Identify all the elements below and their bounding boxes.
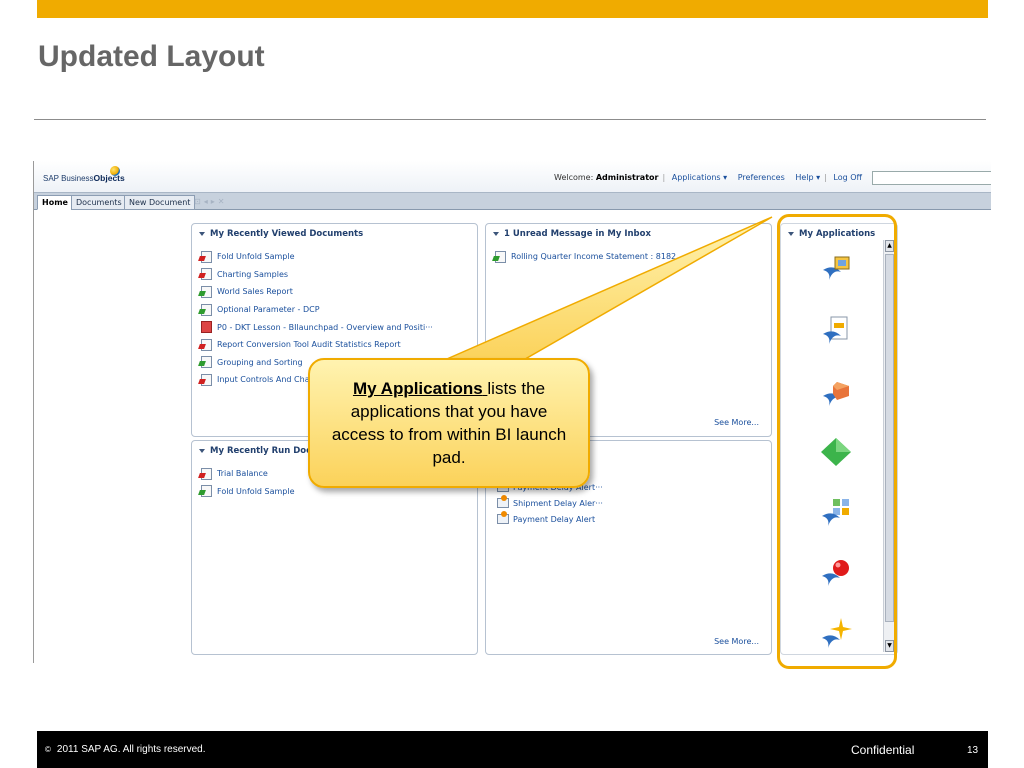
title-divider [34, 119, 986, 120]
list-item[interactable]: Fold Unfold Sample [201, 248, 433, 266]
sap-logo: SAP BusinessObjects [43, 173, 125, 183]
list-item[interactable]: Charting Samples [201, 266, 433, 284]
page-number: 13 [967, 745, 979, 756]
help-menu[interactable]: Help ▾ [795, 173, 820, 182]
list-item[interactable]: Shipment Delay Aler··· [497, 495, 603, 511]
green-report-icon [201, 285, 212, 298]
accent-bar [37, 0, 988, 18]
green-report-icon [201, 303, 212, 316]
search-input[interactable] [872, 171, 991, 185]
green-report-icon [201, 485, 212, 498]
list-item[interactable]: P0 - DKT Lesson - BIlaunchpad - Overview… [201, 318, 433, 336]
list-item[interactable]: Optional Parameter - DCP [201, 301, 433, 319]
panel-title: My Recently Viewed Documents [199, 229, 363, 239]
copyright: © 2011 SAP AG. All rights reserved. [45, 744, 206, 755]
list-item[interactable]: Report Conversion Tool Audit Statistics … [201, 336, 433, 354]
see-more-link[interactable]: See More... [714, 418, 759, 427]
red-report-icon [201, 250, 212, 263]
see-more-link[interactable]: See More... [714, 637, 759, 646]
red-report-icon [201, 467, 212, 480]
tab-new-document[interactable]: New Document [124, 195, 196, 210]
slide-title: Updated Layout [38, 40, 265, 73]
inbox-list: Rolling Quarter Income Statement : 8182 [495, 248, 676, 266]
list-item[interactable]: Trial Balance [201, 465, 295, 483]
tab-documents[interactable]: Documents [71, 195, 127, 210]
collapse-icon[interactable] [199, 231, 205, 236]
red-report-icon [201, 373, 212, 386]
tab-strip: Home Documents New Document ⊡◂▸✕ [34, 192, 991, 210]
applications-menu[interactable]: Applications ▾ [672, 173, 727, 182]
list-item[interactable]: Fold Unfold Sample [201, 483, 295, 501]
list-item[interactable]: World Sales Report [201, 283, 433, 301]
preferences-link[interactable]: Preferences [738, 173, 785, 182]
recently-run-list: Trial Balance Fold Unfold Sample [201, 465, 295, 500]
callout-text: My Applications lists the applications t… [328, 377, 570, 469]
pdf-icon [201, 321, 212, 334]
slide-footer: © 2011 SAP AG. All rights reserved. Confi… [37, 731, 988, 768]
tab-controls-icon: ⊡◂▸✕ [194, 197, 228, 206]
panel-title: 1 Unread Message in My Inbox [493, 229, 651, 239]
red-report-icon [201, 338, 212, 351]
tab-home[interactable]: Home [37, 195, 73, 210]
green-report-icon [201, 356, 212, 369]
red-report-icon [201, 268, 212, 281]
alert-icon [497, 511, 509, 524]
green-report-icon [495, 250, 506, 263]
list-item[interactable]: Rolling Quarter Income Statement : 8182 [495, 248, 676, 266]
list-item[interactable]: Payment Delay Alert [497, 511, 603, 527]
copyright-symbol: © [45, 745, 51, 754]
collapse-icon[interactable] [199, 448, 205, 453]
callout-emphasis: My Applications [352, 379, 483, 398]
collapse-icon[interactable] [493, 231, 499, 236]
user-name: Administrator [595, 173, 659, 182]
header-links: Welcome: Administrator | Applications ▾ P… [554, 173, 863, 182]
app-header: SAP BusinessObjects Welcome: Administrat… [34, 161, 991, 192]
confidential-label: Confidential [851, 743, 915, 757]
log-off-link[interactable]: Log Off [833, 173, 862, 182]
callout-box: My Applications lists the applications t… [308, 358, 590, 488]
alert-icon [497, 495, 509, 508]
welcome-label: Welcome: [554, 173, 594, 182]
my-applications-highlight [777, 214, 897, 669]
panel-title: My Recently Run Doc [199, 446, 311, 456]
